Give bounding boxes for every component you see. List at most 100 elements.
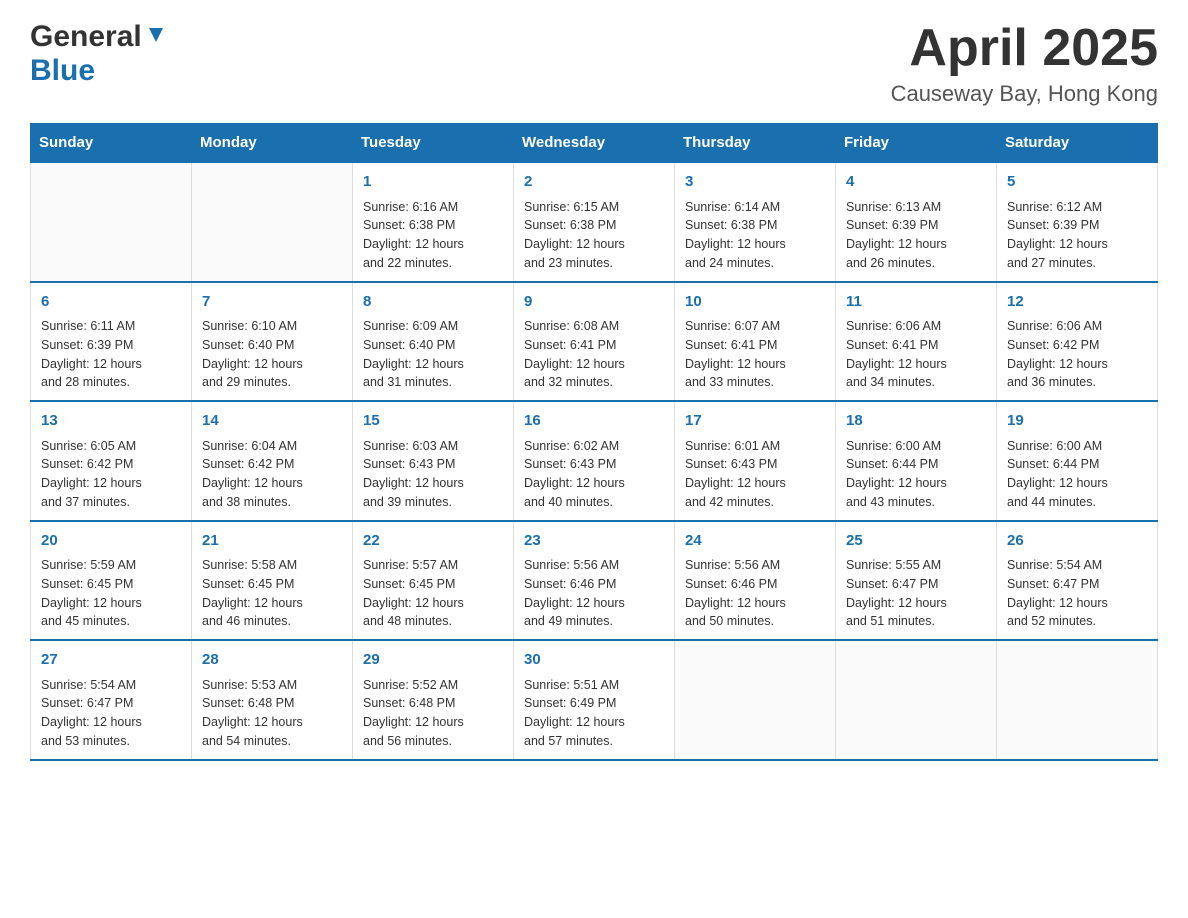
- logo-general-text: General: [30, 20, 142, 54]
- day-number: 25: [846, 530, 986, 553]
- calendar-cell: 25 Sunrise: 5:55 AM Sunset: 6:47 PM Dayli…: [836, 521, 997, 641]
- day-number: 9: [524, 291, 664, 314]
- weekday-header-row: Sunday Monday Tuesday Wednesday Thursday…: [31, 124, 1158, 163]
- calendar-week-row-2: 6 Sunrise: 6:11 AM Sunset: 6:39 PM Daylig…: [31, 282, 1158, 402]
- day-info: Sunrise: 6:09 AM Sunset: 6:40 PM Dayligh…: [363, 317, 503, 392]
- calendar-cell: 21 Sunrise: 5:58 AM Sunset: 6:45 PM Dayli…: [192, 521, 353, 641]
- day-info: Sunrise: 6:12 AM Sunset: 6:39 PM Dayligh…: [1007, 198, 1147, 273]
- day-number: 21: [202, 530, 342, 553]
- calendar-cell: 9 Sunrise: 6:08 AM Sunset: 6:41 PM Daylig…: [514, 282, 675, 402]
- day-info: Sunrise: 6:16 AM Sunset: 6:38 PM Dayligh…: [363, 198, 503, 273]
- day-info: Sunrise: 5:57 AM Sunset: 6:45 PM Dayligh…: [363, 556, 503, 631]
- title-section: April 2025 Causeway Bay, Hong Kong: [891, 20, 1158, 107]
- header-monday: Monday: [192, 124, 353, 163]
- calendar-cell: 29 Sunrise: 5:52 AM Sunset: 6:48 PM Dayli…: [353, 640, 514, 760]
- calendar-cell: 26 Sunrise: 5:54 AM Sunset: 6:47 PM Dayli…: [997, 521, 1158, 641]
- calendar-cell: 2 Sunrise: 6:15 AM Sunset: 6:38 PM Daylig…: [514, 162, 675, 282]
- calendar-cell: 19 Sunrise: 6:00 AM Sunset: 6:44 PM Dayli…: [997, 401, 1158, 521]
- calendar-cell: 20 Sunrise: 5:59 AM Sunset: 6:45 PM Dayli…: [31, 521, 192, 641]
- day-info: Sunrise: 6:04 AM Sunset: 6:42 PM Dayligh…: [202, 437, 342, 512]
- calendar-cell: 12 Sunrise: 6:06 AM Sunset: 6:42 PM Dayli…: [997, 282, 1158, 402]
- calendar-cell: 15 Sunrise: 6:03 AM Sunset: 6:43 PM Dayli…: [353, 401, 514, 521]
- logo: General Blue: [30, 20, 167, 88]
- calendar-cell: 3Sunrise: 6:14 AM Sunset: 6:38 PM Daylig…: [675, 162, 836, 282]
- day-number: 7: [202, 291, 342, 314]
- day-number: 5: [1007, 171, 1147, 194]
- calendar-cell: 5 Sunrise: 6:12 AM Sunset: 6:39 PM Daylig…: [997, 162, 1158, 282]
- day-info: Sunrise: 6:15 AM Sunset: 6:38 PM Dayligh…: [524, 198, 664, 273]
- day-info: Sunrise: 5:51 AM Sunset: 6:49 PM Dayligh…: [524, 676, 664, 751]
- logo-blue-text: Blue: [30, 54, 95, 88]
- day-info: Sunrise: 5:53 AM Sunset: 6:48 PM Dayligh…: [202, 676, 342, 751]
- day-number: 17: [685, 410, 825, 433]
- day-number: 16: [524, 410, 664, 433]
- calendar-cell: 30Sunrise: 5:51 AM Sunset: 6:49 PM Dayli…: [514, 640, 675, 760]
- month-title: April 2025: [891, 20, 1158, 77]
- day-info: Sunrise: 6:11 AM Sunset: 6:39 PM Dayligh…: [41, 317, 181, 392]
- day-number: 2: [524, 171, 664, 194]
- day-number: 4: [846, 171, 986, 194]
- calendar-cell: 1 Sunrise: 6:16 AM Sunset: 6:38 PM Daylig…: [353, 162, 514, 282]
- day-info: Sunrise: 5:54 AM Sunset: 6:47 PM Dayligh…: [1007, 556, 1147, 631]
- day-number: 28: [202, 649, 342, 672]
- day-number: 12: [1007, 291, 1147, 314]
- day-info: Sunrise: 6:10 AM Sunset: 6:40 PM Dayligh…: [202, 317, 342, 392]
- day-info: Sunrise: 6:03 AM Sunset: 6:43 PM Dayligh…: [363, 437, 503, 512]
- calendar-cell: 18 Sunrise: 6:00 AM Sunset: 6:44 PM Dayli…: [836, 401, 997, 521]
- calendar-cell: 24 Sunrise: 5:56 AM Sunset: 6:46 PM Dayli…: [675, 521, 836, 641]
- day-info: Sunrise: 6:08 AM Sunset: 6:41 PM Dayligh…: [524, 317, 664, 392]
- calendar-cell: [675, 640, 836, 760]
- day-info: Sunrise: 5:56 AM Sunset: 6:46 PM Dayligh…: [685, 556, 825, 631]
- location-title: Causeway Bay, Hong Kong: [891, 81, 1158, 107]
- day-number: 26: [1007, 530, 1147, 553]
- day-number: 8: [363, 291, 503, 314]
- day-info: Sunrise: 6:05 AM Sunset: 6:42 PM Dayligh…: [41, 437, 181, 512]
- day-number: 13: [41, 410, 181, 433]
- day-number: 14: [202, 410, 342, 433]
- calendar-cell: 23Sunrise: 5:56 AM Sunset: 6:46 PM Dayli…: [514, 521, 675, 641]
- day-info: Sunrise: 5:59 AM Sunset: 6:45 PM Dayligh…: [41, 556, 181, 631]
- calendar-cell: 6 Sunrise: 6:11 AM Sunset: 6:39 PM Daylig…: [31, 282, 192, 402]
- header-thursday: Thursday: [675, 124, 836, 163]
- calendar-cell: [836, 640, 997, 760]
- day-info: Sunrise: 5:58 AM Sunset: 6:45 PM Dayligh…: [202, 556, 342, 631]
- header-saturday: Saturday: [997, 124, 1158, 163]
- day-number: 6: [41, 291, 181, 314]
- calendar-cell: 4 Sunrise: 6:13 AM Sunset: 6:39 PM Daylig…: [836, 162, 997, 282]
- day-info: Sunrise: 6:06 AM Sunset: 6:41 PM Dayligh…: [846, 317, 986, 392]
- day-info: Sunrise: 6:00 AM Sunset: 6:44 PM Dayligh…: [1007, 437, 1147, 512]
- day-info: Sunrise: 5:55 AM Sunset: 6:47 PM Dayligh…: [846, 556, 986, 631]
- day-number: 1: [363, 171, 503, 194]
- calendar-cell: 8 Sunrise: 6:09 AM Sunset: 6:40 PM Daylig…: [353, 282, 514, 402]
- calendar-cell: 14 Sunrise: 6:04 AM Sunset: 6:42 PM Dayli…: [192, 401, 353, 521]
- day-number: 29: [363, 649, 503, 672]
- calendar-cell: 17Sunrise: 6:01 AM Sunset: 6:43 PM Dayli…: [675, 401, 836, 521]
- calendar-cell: 22 Sunrise: 5:57 AM Sunset: 6:45 PM Dayli…: [353, 521, 514, 641]
- calendar-cell: 27Sunrise: 5:54 AM Sunset: 6:47 PM Dayli…: [31, 640, 192, 760]
- calendar-cell: 7 Sunrise: 6:10 AM Sunset: 6:40 PM Daylig…: [192, 282, 353, 402]
- day-number: 15: [363, 410, 503, 433]
- day-number: 20: [41, 530, 181, 553]
- day-number: 27: [41, 649, 181, 672]
- day-number: 18: [846, 410, 986, 433]
- day-info: Sunrise: 5:52 AM Sunset: 6:48 PM Dayligh…: [363, 676, 503, 751]
- day-info: Sunrise: 6:06 AM Sunset: 6:42 PM Dayligh…: [1007, 317, 1147, 392]
- day-number: 11: [846, 291, 986, 314]
- calendar-week-row-5: 27Sunrise: 5:54 AM Sunset: 6:47 PM Dayli…: [31, 640, 1158, 760]
- day-number: 3: [685, 171, 825, 194]
- day-info: Sunrise: 6:13 AM Sunset: 6:39 PM Dayligh…: [846, 198, 986, 273]
- day-info: Sunrise: 5:56 AM Sunset: 6:46 PM Dayligh…: [524, 556, 664, 631]
- calendar-cell: 13 Sunrise: 6:05 AM Sunset: 6:42 PM Dayli…: [31, 401, 192, 521]
- calendar-week-row-4: 20 Sunrise: 5:59 AM Sunset: 6:45 PM Dayli…: [31, 521, 1158, 641]
- logo-triangle-icon: [145, 24, 167, 51]
- calendar-week-row-1: 1 Sunrise: 6:16 AM Sunset: 6:38 PM Daylig…: [31, 162, 1158, 282]
- header-friday: Friday: [836, 124, 997, 163]
- day-number: 24: [685, 530, 825, 553]
- calendar-week-row-3: 13 Sunrise: 6:05 AM Sunset: 6:42 PM Dayli…: [31, 401, 1158, 521]
- page-header: General Blue April 2025 Causeway Bay, Ho…: [30, 20, 1158, 107]
- header-tuesday: Tuesday: [353, 124, 514, 163]
- day-info: Sunrise: 6:00 AM Sunset: 6:44 PM Dayligh…: [846, 437, 986, 512]
- day-number: 22: [363, 530, 503, 553]
- day-number: 19: [1007, 410, 1147, 433]
- calendar-cell: 28 Sunrise: 5:53 AM Sunset: 6:48 PM Dayli…: [192, 640, 353, 760]
